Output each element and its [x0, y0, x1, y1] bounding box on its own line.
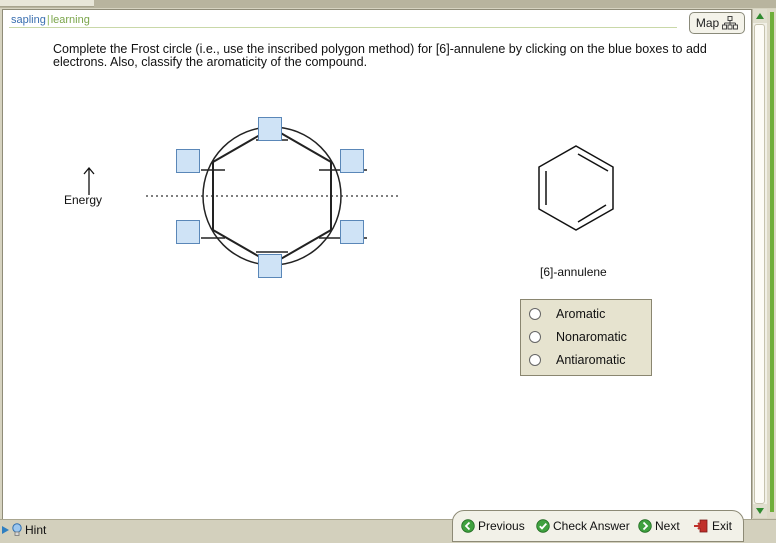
top-chrome: [0, 0, 776, 8]
sapling-logo: sapling|learning: [11, 14, 90, 26]
option-antiaromatic-label: Antiaromatic: [556, 353, 626, 367]
next-button[interactable]: Next: [638, 519, 680, 533]
logo-learning: learning: [50, 14, 90, 26]
previous-label: Previous: [478, 519, 525, 533]
orbital-box-lower-right[interactable]: [340, 220, 364, 244]
hint-label: Hint: [25, 523, 47, 537]
scroll-down-icon: [756, 508, 764, 514]
question-instructions: Complete the Frost circle (i.e., use the…: [53, 42, 707, 69]
orbital-box-upper-left[interactable]: [176, 149, 200, 173]
orbital-box-bottom[interactable]: [258, 254, 282, 278]
map-button[interactable]: Map: [689, 12, 745, 34]
lightbulb-icon: [12, 523, 22, 536]
orbital-box-upper-right[interactable]: [340, 149, 364, 173]
exit-label: Exit: [712, 519, 733, 533]
option-nonaromatic-label: Nonaromatic: [556, 330, 627, 344]
exit-button[interactable]: Exit: [693, 519, 732, 533]
next-arrow-icon: [638, 519, 652, 533]
question-content: sapling|learning Map Complete the Frost …: [2, 9, 752, 520]
check-answer-button[interactable]: Check Answer: [536, 519, 630, 533]
scroll-thumb[interactable]: [754, 24, 765, 504]
previous-arrow-icon: [461, 519, 475, 533]
option-nonaromatic[interactable]: Nonaromatic: [529, 327, 627, 347]
radio-antiaromatic[interactable]: [529, 354, 541, 366]
bottom-toolbar: Hint Previous Check Answer Next Exit: [0, 510, 776, 543]
navigation-panel: Previous Check Answer Next Exit: [452, 510, 744, 542]
next-label: Next: [655, 519, 680, 533]
progress-accent-bar: [770, 12, 774, 512]
orbital-box-top[interactable]: [258, 117, 282, 141]
previous-button[interactable]: Previous: [461, 519, 525, 533]
scroll-up-button[interactable]: [753, 9, 767, 23]
benzene-structure: [538, 145, 614, 231]
option-aromatic-label: Aromatic: [556, 307, 606, 321]
radio-aromatic[interactable]: [529, 308, 541, 320]
vertical-scrollbar[interactable]: [752, 9, 767, 518]
hierarchy-icon: [722, 16, 739, 30]
logo-sapling: sapling: [11, 14, 46, 26]
hint-expand-arrow-icon: [2, 526, 9, 534]
aromaticity-options: Aromatic Nonaromatic Antiaromatic: [520, 299, 652, 376]
hint-button[interactable]: Hint: [2, 523, 46, 537]
option-antiaromatic[interactable]: Antiaromatic: [529, 350, 625, 370]
header-divider: [9, 27, 677, 28]
orbital-box-lower-left[interactable]: [176, 220, 200, 244]
energy-arrow-icon: [83, 166, 95, 195]
check-answer-label: Check Answer: [553, 519, 630, 533]
radio-nonaromatic[interactable]: [529, 331, 541, 343]
map-label: Map: [695, 16, 720, 30]
option-aromatic[interactable]: Aromatic: [529, 304, 605, 324]
scroll-up-icon: [756, 13, 764, 19]
logo-tab: [0, 0, 94, 7]
exit-icon: [694, 519, 708, 533]
scroll-down-button[interactable]: [753, 504, 767, 518]
app-window: sapling|learning Map Complete the Frost …: [0, 0, 776, 543]
molecule-label: [6]-annulene: [540, 265, 607, 279]
energy-label: Energy: [64, 193, 103, 207]
check-icon: [536, 519, 550, 533]
